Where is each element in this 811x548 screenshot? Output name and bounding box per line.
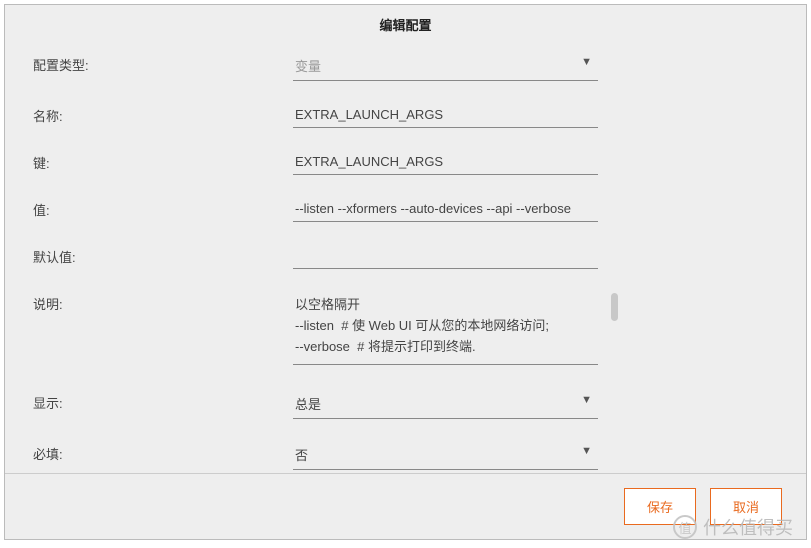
label-name: 名称:	[33, 103, 293, 125]
row-description: 说明:	[33, 291, 778, 368]
row-display: 显示: 总是 ▼	[33, 390, 778, 419]
save-button[interactable]: 保存	[624, 488, 696, 525]
form-area: 配置类型: 变量 ▼ 名称: 键: 值:	[5, 44, 806, 474]
cancel-button[interactable]: 取消	[710, 488, 782, 525]
row-required: 必填: 否 ▼	[33, 441, 778, 470]
edit-config-dialog: 编辑配置 配置类型: 变量 ▼ 名称: 键: 值:	[4, 4, 807, 540]
required-select-value: 否	[293, 441, 598, 470]
key-input[interactable]	[293, 150, 598, 175]
type-select[interactable]: 变量 ▼	[293, 52, 598, 81]
label-default: 默认值:	[33, 244, 293, 266]
scrollbar-thumb[interactable]	[611, 293, 618, 321]
display-select-value: 总是	[293, 390, 598, 419]
type-select-value: 变量	[293, 52, 598, 81]
label-type: 配置类型:	[33, 52, 293, 74]
row-key: 键:	[33, 150, 778, 175]
row-type: 配置类型: 变量 ▼	[33, 52, 778, 81]
default-input[interactable]	[293, 244, 598, 269]
label-value: 值:	[33, 197, 293, 219]
label-key: 键:	[33, 150, 293, 172]
label-description: 说明:	[33, 291, 293, 313]
label-required: 必填:	[33, 441, 293, 463]
description-textarea[interactable]	[293, 291, 598, 365]
name-input[interactable]	[293, 103, 598, 128]
button-bar: 保存 取消	[5, 474, 806, 539]
row-value: 值:	[33, 197, 778, 222]
label-display: 显示:	[33, 390, 293, 412]
required-select[interactable]: 否 ▼	[293, 441, 598, 470]
dialog-title: 编辑配置	[5, 5, 806, 44]
display-select[interactable]: 总是 ▼	[293, 390, 598, 419]
row-default: 默认值:	[33, 244, 778, 269]
value-input[interactable]	[293, 197, 598, 222]
row-name: 名称:	[33, 103, 778, 128]
